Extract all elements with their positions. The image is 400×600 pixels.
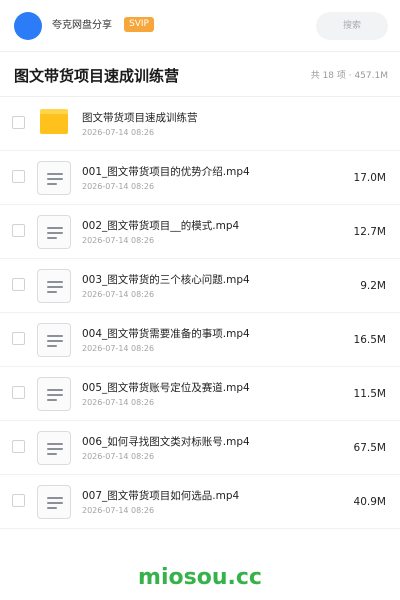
app-header: 夸克网盘分享 SVIP 搜索 (0, 0, 400, 52)
file-icon (37, 377, 71, 411)
list-item[interactable]: 005_图文带货账号定位及赛道.mp4 2026-07-14 08:26 11.… (0, 367, 400, 421)
file-icon (37, 323, 71, 357)
watermark-text: miosou.cc (138, 565, 262, 590)
list-item[interactable]: 003_图文带货的三个核心问题.mp4 2026-07-14 08:26 9.2… (0, 259, 400, 313)
svip-badge: SVIP (124, 17, 154, 32)
item-name: 002_图文带货项目__的模式.mp4 (82, 220, 240, 232)
list-item-folder[interactable]: 图文带货项目速成训练营 2026-07-14 08:26 (0, 97, 400, 151)
folder-icon (40, 109, 68, 134)
select-checkbox[interactable] (12, 386, 25, 399)
list-item[interactable]: 002_图文带货项目__的模式.mp4 2026-07-14 08:26 12.… (0, 205, 400, 259)
file-icon (37, 215, 71, 249)
list-item[interactable]: 006_如何寻找图文类对标账号.mp4 2026-07-14 08:26 67.… (0, 421, 400, 475)
item-size: 67.5M (353, 442, 386, 454)
item-date: 2026-07-14 08:26 (82, 128, 155, 137)
item-summary: 共 18 项 · 457.1M (310, 71, 388, 81)
item-name: 003_图文带货的三个核心问题.mp4 (82, 274, 250, 286)
item-name: 图文带货项目速成训练营 (82, 112, 198, 124)
page-title: 图文带货项目速成训练营 (14, 67, 180, 85)
item-size: 17.0M (353, 172, 386, 184)
item-date: 2026-07-14 08:26 (82, 344, 155, 353)
select-checkbox[interactable] (12, 494, 25, 507)
item-date: 2026-07-14 08:26 (82, 182, 155, 191)
select-checkbox[interactable] (12, 224, 25, 237)
item-date: 2026-07-14 08:26 (82, 398, 155, 407)
item-name: 004_图文带货需要准备的事项.mp4 (82, 328, 250, 340)
file-icon (37, 269, 71, 303)
file-icon (37, 161, 71, 195)
file-icon (37, 485, 71, 519)
item-name: 005_图文带货账号定位及赛道.mp4 (82, 382, 250, 394)
search-input[interactable]: 搜索 (316, 12, 388, 40)
item-size: 16.5M (353, 334, 386, 346)
item-size: 11.5M (353, 388, 386, 400)
item-size: 12.7M (353, 226, 386, 238)
item-name: 001_图文带货项目的优势介绍.mp4 (82, 166, 250, 178)
list-item[interactable]: 001_图文带货项目的优势介绍.mp4 2026-07-14 08:26 17.… (0, 151, 400, 205)
app-name: 夸克网盘分享 (52, 20, 112, 31)
file-list: 图文带货项目速成训练营 2026-07-14 08:26 001_图文带货项目的… (0, 97, 400, 529)
select-checkbox[interactable] (12, 332, 25, 345)
select-checkbox[interactable] (12, 170, 25, 183)
item-date: 2026-07-14 08:26 (82, 236, 155, 245)
list-item[interactable]: 004_图文带货需要准备的事项.mp4 2026-07-14 08:26 16.… (0, 313, 400, 367)
item-name: 006_如何寻找图文类对标账号.mp4 (82, 436, 250, 448)
item-size: 40.9M (353, 496, 386, 508)
select-checkbox[interactable] (12, 116, 25, 129)
avatar[interactable] (14, 12, 42, 40)
item-date: 2026-07-14 08:26 (82, 290, 155, 299)
item-date: 2026-07-14 08:26 (82, 506, 155, 515)
select-checkbox[interactable] (12, 440, 25, 453)
item-size: 9.2M (360, 280, 386, 292)
list-item[interactable]: 007_图文带货项目如何选品.mp4 2026-07-14 08:26 40.9… (0, 475, 400, 529)
item-date: 2026-07-14 08:26 (82, 452, 155, 461)
folder-title-bar: 图文带货项目速成训练营 共 18 项 · 457.1M (0, 53, 400, 97)
item-name: 007_图文带货项目如何选品.mp4 (82, 490, 240, 502)
select-checkbox[interactable] (12, 278, 25, 291)
file-icon (37, 431, 71, 465)
